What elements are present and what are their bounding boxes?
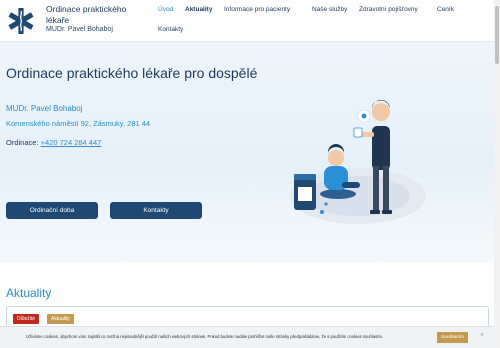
brand-subtitle: MUDr. Pavel Bohaboj <box>46 26 113 33</box>
nav-item-sluzby[interactable]: Naše služby <box>312 6 347 13</box>
badge-important[interactable]: Důležité <box>13 314 40 324</box>
nav-item-aktuality[interactable]: Aktuality <box>185 6 212 13</box>
cookie-accept-button[interactable]: Souhlasím <box>437 332 468 343</box>
scrollbar[interactable] <box>494 0 500 348</box>
nav-item-informace[interactable]: Informace pro pacienty <box>224 6 290 13</box>
site-header: Ordinace praktického lékaře MUDr. Pavel … <box>0 0 494 42</box>
nav-item-pojistovny[interactable]: Zdravotní pojišťovny <box>359 6 418 13</box>
phone-link[interactable]: +420 724 284 447 <box>41 138 102 147</box>
brand-title[interactable]: Ordinace praktického lékaře <box>46 4 146 26</box>
nav-item-cenik[interactable]: Ceník <box>437 6 454 13</box>
phone-line: Ordinace: +420 724 284 447 <box>6 138 101 147</box>
close-icon[interactable]: × <box>480 332 484 339</box>
cookie-text: Užíváme cookies, abychom vám zajistili c… <box>26 334 384 339</box>
scrollbar-thumb[interactable] <box>495 6 499 64</box>
page-title: Ordinace praktického lékaře pro dospělé <box>6 65 258 81</box>
star-of-life-icon[interactable] <box>8 7 34 35</box>
news-heading: Aktuality <box>6 286 52 300</box>
contacts-button[interactable]: Kontakty <box>110 202 202 219</box>
phone-label: Ordinace: <box>6 138 39 147</box>
doctor-name: MUDr. Pavel Bohaboj <box>6 104 83 113</box>
hours-button[interactable]: Ordinační doba <box>6 202 98 219</box>
address: Komenského náměstí 92, Zásmuky, 281 44 <box>6 119 151 128</box>
cookie-bar: Užíváme cookies, abychom vám zajistili c… <box>0 326 494 348</box>
nav-item-kontakty[interactable]: Kontakty <box>158 26 183 33</box>
badge-news[interactable]: Aktuality <box>47 314 74 324</box>
doctor-patient-illustration <box>290 99 426 224</box>
nav-item-uvod[interactable]: Úvod <box>158 6 173 13</box>
